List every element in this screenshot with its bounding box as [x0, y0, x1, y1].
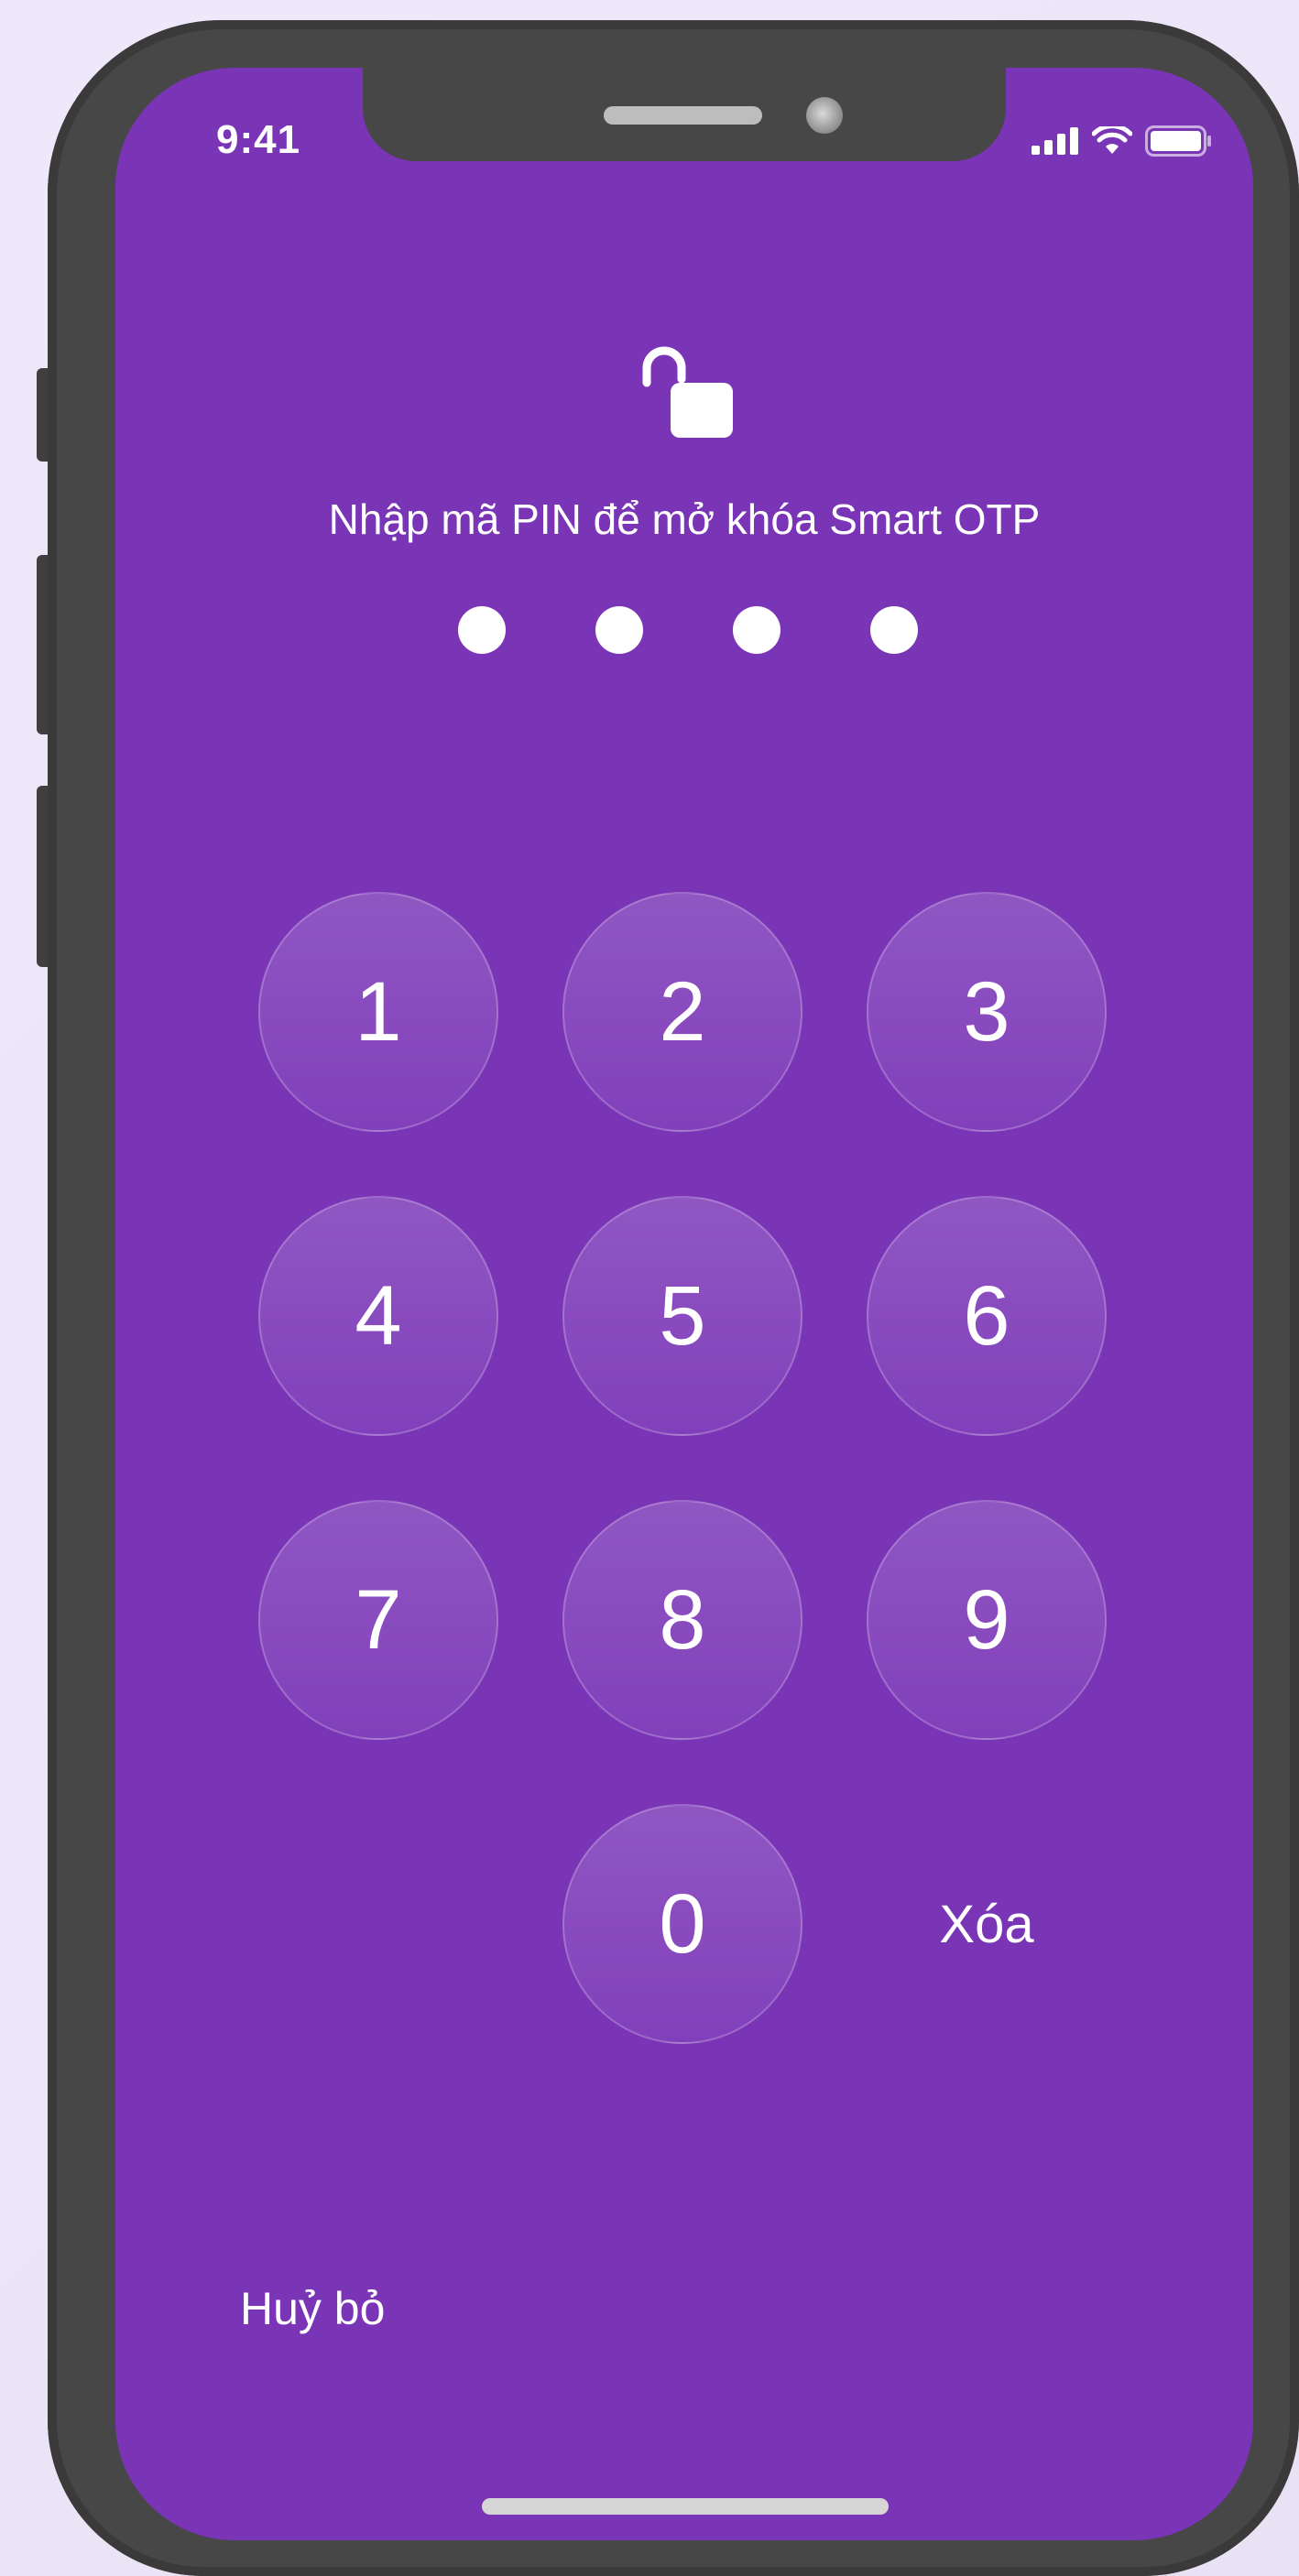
- signal-icon: [1032, 127, 1078, 155]
- pin-prompt: Nhập mã PIN để mở khóa Smart OTP: [328, 495, 1041, 543]
- cancel-button[interactable]: Huỷ bỏ: [240, 2282, 385, 2335]
- pin-dot-2: [595, 606, 643, 654]
- unlocked-padlock-icon: [642, 346, 733, 438]
- wifi-icon: [1092, 126, 1132, 154]
- pin-dots: [115, 606, 1253, 656]
- pin-dot-1: [458, 606, 506, 654]
- status-icons: [1032, 123, 1213, 159]
- key-2[interactable]: 2: [562, 892, 802, 1132]
- key-3[interactable]: 3: [867, 892, 1107, 1132]
- speaker-grille: [604, 106, 762, 125]
- notch: [363, 68, 1006, 161]
- key-6[interactable]: 6: [867, 1196, 1107, 1436]
- status-time: 9:41: [216, 117, 301, 162]
- phone-screen: 9:41 Nhập mã PIN để mở khóa Smart OTP 1 …: [115, 68, 1253, 2540]
- canvas: 9:41 Nhập mã PIN để mở khóa Smart OTP 1 …: [0, 0, 1299, 2576]
- delete-button[interactable]: Xóa: [867, 1804, 1107, 2044]
- key-9[interactable]: 9: [867, 1500, 1107, 1740]
- key-4[interactable]: 4: [258, 1196, 498, 1436]
- front-camera: [806, 97, 843, 134]
- pin-dot-4: [870, 606, 918, 654]
- key-7[interactable]: 7: [258, 1500, 498, 1740]
- key-0[interactable]: 0: [562, 1804, 802, 2044]
- key-8[interactable]: 8: [562, 1500, 802, 1740]
- pin-dot-3: [733, 606, 780, 654]
- battery-icon: [1145, 125, 1211, 157]
- home-indicator[interactable]: [482, 2498, 889, 2515]
- key-1[interactable]: 1: [258, 892, 498, 1132]
- key-5[interactable]: 5: [562, 1196, 802, 1436]
